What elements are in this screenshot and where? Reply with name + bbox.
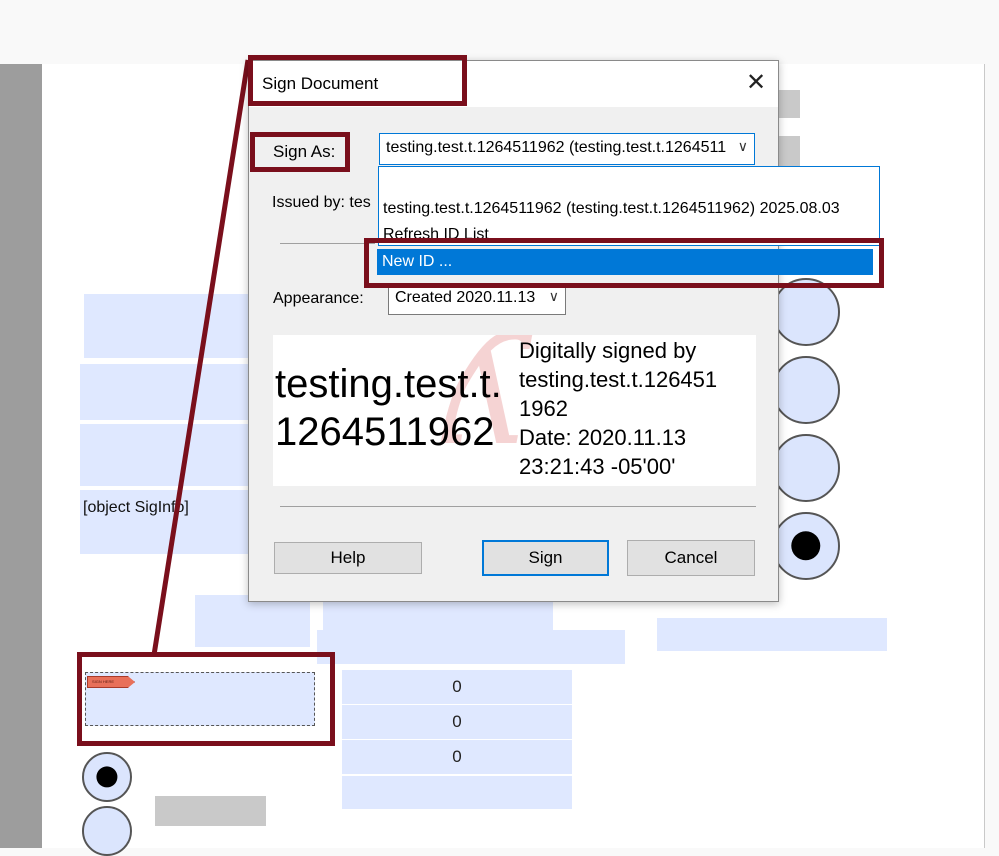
signature-info-text: [object SigInfo]	[83, 499, 189, 516]
divider	[280, 506, 756, 507]
callout-signature-field	[77, 652, 335, 746]
number-value: 0	[452, 712, 462, 731]
form-field[interactable]	[195, 595, 310, 647]
number-value: 0	[452, 677, 462, 696]
issued-by-label: Issued by: tes	[272, 194, 371, 211]
sign-as-dropdown-list: testing.test.t.1264511962 (testing.test.…	[378, 166, 880, 246]
callout-sign-as	[250, 132, 350, 172]
form-field[interactable]	[84, 294, 252, 358]
number-value: 0	[452, 747, 462, 766]
close-icon[interactable]: ✕	[741, 67, 771, 99]
dropdown-item-certificate[interactable]: testing.test.t.1264511962 (testing.test.…	[383, 200, 840, 218]
chevron-down-icon: ∨	[737, 138, 748, 154]
appearance-value: Created 2020.11.13	[395, 289, 536, 306]
radio-button[interactable]	[82, 806, 132, 856]
form-field[interactable]	[342, 776, 572, 809]
sign-as-dropdown[interactable]: testing.test.t.1264511962 (testing.test.…	[379, 133, 755, 165]
preview-detail-line: 23:21:43 -05'00'	[519, 454, 676, 479]
radio-button-selected[interactable]	[82, 752, 132, 802]
chevron-down-icon: ∨	[548, 288, 559, 304]
number-field[interactable]: 0	[342, 705, 572, 739]
preview-detail-line: 1962	[519, 396, 568, 421]
radio-button[interactable]	[772, 434, 840, 502]
gray-field	[778, 136, 800, 166]
appearance-label: Appearance:	[273, 290, 364, 307]
radio-button[interactable]	[772, 278, 840, 346]
signature-info-field[interactable]: [object SigInfo]	[80, 490, 252, 554]
gray-field	[778, 90, 800, 118]
viewer-gutter	[0, 64, 42, 848]
form-field[interactable]	[80, 364, 252, 420]
form-field[interactable]	[80, 424, 252, 486]
sign-as-value: testing.test.t.1264511962 (testing.test.…	[386, 139, 726, 156]
divider	[280, 243, 375, 244]
number-field[interactable]: 0	[342, 740, 572, 774]
radio-button-selected[interactable]	[772, 512, 840, 580]
gray-field	[155, 796, 266, 826]
number-field[interactable]: 0	[342, 670, 572, 704]
callout-new-id	[364, 238, 884, 288]
form-field[interactable]	[323, 600, 553, 630]
signature-preview: ʎ testing.test.t. 1264511962 Digitally s…	[273, 335, 756, 486]
callout-dialog-title	[248, 55, 467, 106]
acrobat-logo-watermark: ʎ	[443, 335, 528, 479]
form-field[interactable]	[657, 618, 887, 651]
form-field[interactable]	[317, 630, 625, 664]
radio-button[interactable]	[772, 356, 840, 424]
sign-button[interactable]: Sign	[482, 540, 609, 576]
preview-detail-line: Date: 2020.11.13	[519, 425, 687, 450]
cancel-button[interactable]: Cancel	[627, 540, 755, 576]
help-button[interactable]: Help	[274, 542, 422, 574]
preview-detail-line: testing.test.t.126451	[519, 367, 718, 392]
preview-detail-line: Digitally signed by	[519, 338, 697, 363]
preview-name-line2: 1264511962	[275, 410, 495, 454]
preview-name-line1: testing.test.t.	[275, 362, 502, 406]
